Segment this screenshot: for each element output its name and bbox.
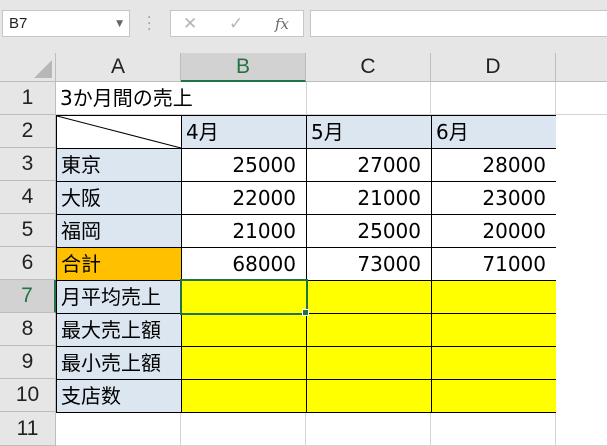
cell-d9[interactable] [431, 346, 557, 380]
cell-b2[interactable]: 4月 [181, 115, 307, 149]
cell-c1[interactable] [306, 82, 431, 115]
cell-b4[interactable]: 22000 [181, 181, 307, 215]
cell-d7[interactable] [431, 280, 557, 314]
cell-e1[interactable] [556, 82, 607, 115]
cell-d8[interactable] [431, 313, 557, 347]
cell-c6[interactable]: 73000 [306, 247, 432, 281]
cell-a11[interactable] [56, 413, 181, 446]
cell-b6[interactable]: 68000 [181, 247, 307, 281]
select-all-button[interactable] [0, 53, 56, 82]
cell-a8[interactable]: 最大売上額 [56, 313, 182, 347]
cell-b10[interactable] [181, 379, 307, 413]
cell-c4[interactable]: 21000 [306, 181, 432, 215]
cell-a9[interactable]: 最小売上額 [56, 346, 182, 380]
cell-d1[interactable] [431, 82, 556, 115]
row-header-6[interactable]: 6 [0, 247, 56, 280]
row-header-4[interactable]: 4 [0, 181, 56, 214]
chevron-down-icon[interactable]: ▼ [116, 19, 123, 29]
fx-icon[interactable]: fx [275, 15, 289, 33]
cell-b3[interactable]: 25000 [181, 148, 307, 182]
cell-d6[interactable]: 71000 [431, 247, 557, 281]
cell-d2[interactable]: 6月 [431, 115, 557, 149]
row-header-10[interactable]: 10 [0, 379, 56, 412]
cell-b7[interactable] [181, 280, 307, 314]
cell-b8[interactable] [181, 313, 307, 347]
cell-a4[interactable]: 大阪 [56, 181, 182, 215]
cell-c2[interactable]: 5月 [306, 115, 432, 149]
grip-icon[interactable]: · · · [147, 11, 151, 37]
cell-c9[interactable] [306, 346, 432, 380]
cell-c8[interactable] [306, 313, 432, 347]
cell-b5[interactable]: 21000 [181, 214, 307, 248]
column-header-a[interactable]: A [56, 53, 181, 82]
cell-a6[interactable]: 合計 [56, 247, 182, 281]
cell-d10[interactable] [431, 379, 557, 413]
row-header-5[interactable]: 5 [0, 214, 56, 247]
cell-d11[interactable] [431, 413, 556, 446]
cell-c5[interactable]: 25000 [306, 214, 432, 248]
cell-c11[interactable] [306, 413, 431, 446]
column-header-e[interactable] [556, 53, 607, 82]
close-icon[interactable]: ✕ [183, 14, 197, 34]
formula-input[interactable] [310, 10, 607, 37]
cell-c3[interactable]: 27000 [306, 148, 432, 182]
cell-a10[interactable]: 支店数 [56, 379, 182, 413]
cell-b11[interactable] [181, 413, 306, 446]
cell-d4[interactable]: 23000 [431, 181, 557, 215]
column-header-c[interactable]: C [306, 53, 431, 82]
cell-e-empty[interactable] [556, 115, 607, 413]
cell-b9[interactable] [181, 346, 307, 380]
cell-c7[interactable] [306, 280, 432, 314]
column-header-d[interactable]: D [431, 53, 556, 82]
check-icon[interactable]: ✓ [229, 14, 243, 34]
cell-a5[interactable]: 福岡 [56, 214, 182, 248]
cell-c10[interactable] [306, 379, 432, 413]
cell-d5[interactable]: 20000 [431, 214, 557, 248]
row-header-3[interactable]: 3 [0, 148, 56, 181]
spreadsheet-grid: A B C D 1 2 3 4 5 6 7 8 9 10 11 3か月間の売上 … [0, 53, 607, 446]
formula-bar: B7 ▼ · · · ✕ ✓ fx [0, 0, 607, 52]
cell-a2-diagonal[interactable] [56, 115, 182, 149]
name-box-value: B7 [9, 15, 28, 32]
cell-d3[interactable]: 28000 [431, 148, 557, 182]
name-box[interactable]: B7 ▼ [2, 10, 130, 37]
row-header-7[interactable]: 7 [0, 280, 56, 313]
row-header-2[interactable]: 2 [0, 115, 56, 148]
row-header-8[interactable]: 8 [0, 313, 56, 346]
cell-e11[interactable] [556, 413, 607, 446]
row-header-11[interactable]: 11 [0, 412, 56, 446]
column-header-b[interactable]: B [181, 53, 306, 82]
cell-a7[interactable]: 月平均売上 [56, 280, 182, 314]
row-header-1[interactable]: 1 [0, 82, 56, 115]
cell-a1-title[interactable]: 3か月間の売上 [56, 82, 307, 115]
select-all-triangle-icon [34, 60, 52, 78]
formula-buttons: ✕ ✓ fx [170, 10, 304, 37]
row-header-9[interactable]: 9 [0, 346, 56, 379]
cell-a3[interactable]: 東京 [56, 148, 182, 182]
